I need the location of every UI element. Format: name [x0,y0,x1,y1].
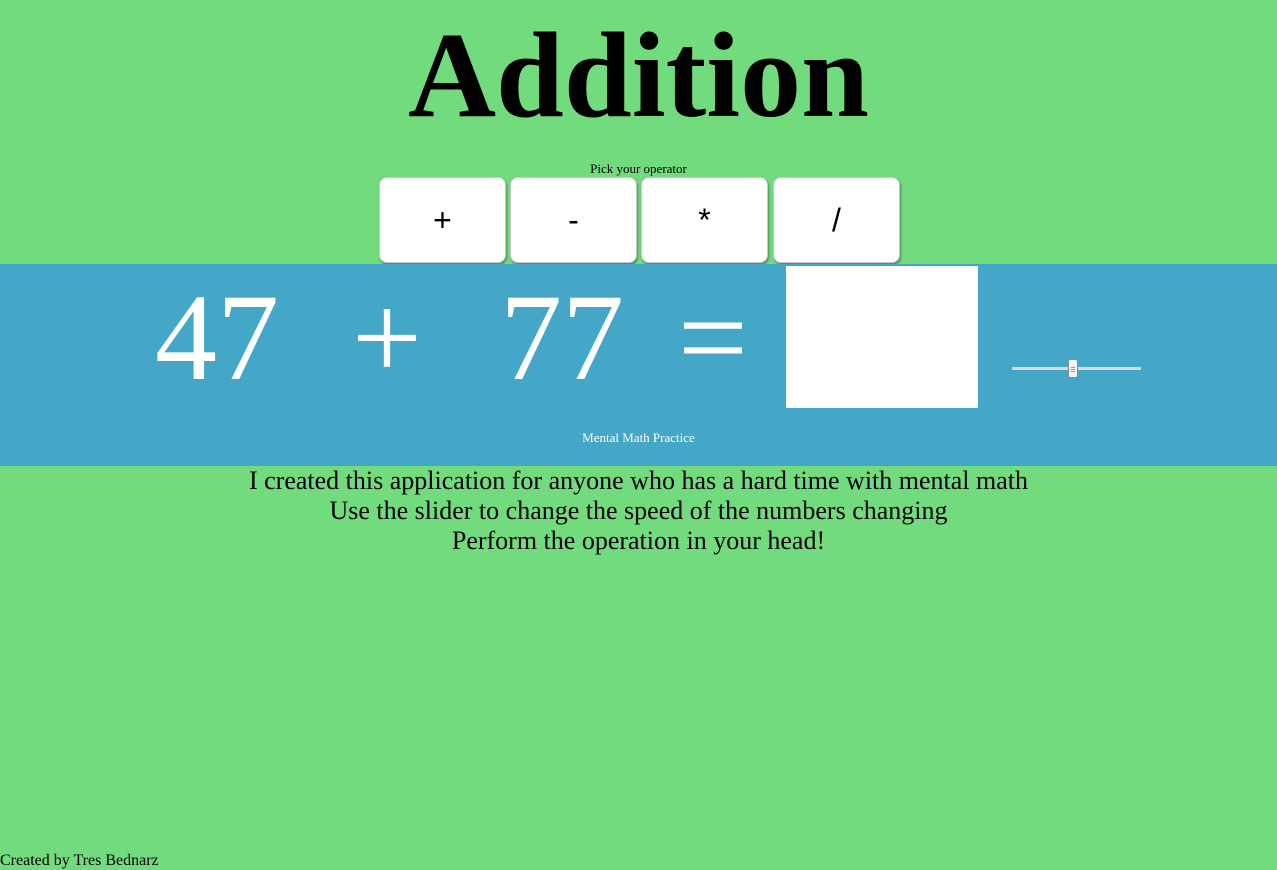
equals-sign: = [678,269,748,406]
description-line: I created this application for anyone wh… [248,466,1029,495]
subtract-operator-button[interactable]: - [510,177,637,263]
speed-slider[interactable] [1012,359,1141,379]
description-line: Use the slider to change the speed of th… [329,496,948,525]
thumb-grip-line [1071,369,1075,370]
thumb-grip-line [1071,371,1075,372]
add-operator-button[interactable]: + [379,177,506,263]
operator-buttons: + - * / [379,177,901,263]
operator-sign: + [352,269,422,406]
divide-operator-button[interactable]: / [773,177,900,263]
first-operand: 47 [155,269,279,406]
second-operand: 77 [500,269,624,406]
description-line: Perform the operation in your head! [451,526,826,555]
multiply-operator-button[interactable]: * [641,177,768,263]
answer-input[interactable] [786,266,978,408]
speed-slider-thumb[interactable] [1068,359,1078,378]
thumb-grip-line [1071,367,1075,368]
footer-credit: Created by Tres Bednarz [0,852,159,869]
description: I created this application for anyone wh… [0,466,1277,556]
problem-band: 47 + 77 = Mental Math Practice [0,264,1277,466]
page-title: Addition [407,8,870,143]
app-subtitle: Mental Math Practice [582,430,695,445]
operator-picker-label: Pick your operator [590,161,687,176]
